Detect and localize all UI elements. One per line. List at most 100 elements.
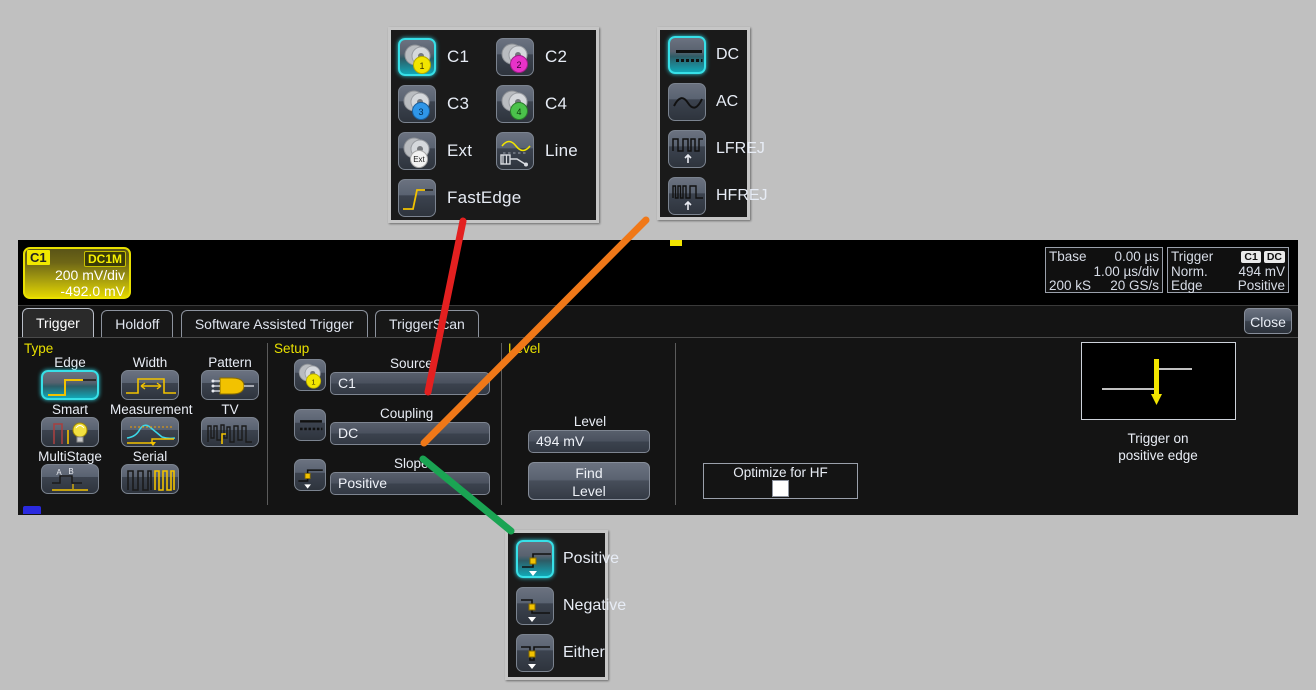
trigger-preview-section: Optimize for HF Trigger on positive edge xyxy=(678,338,1296,513)
trigger-type-readout: Edge xyxy=(1171,278,1203,293)
svg-text:1: 1 xyxy=(311,377,315,386)
source-option-c3[interactable]: 3 C3 xyxy=(398,85,469,123)
dialog-body: Type Edge Width Pattern Smart Measuremen… xyxy=(18,337,1298,515)
trigger-type-multistage[interactable]: MultiStage A B xyxy=(30,449,110,494)
trigger-multistage-icon: A B xyxy=(41,464,99,494)
trigger-type-pattern[interactable]: Pattern xyxy=(190,355,270,400)
source-label: Source xyxy=(390,356,433,371)
trigger-type-measurement[interactable]: Measurement xyxy=(110,402,193,447)
slope-option-negative[interactable]: Negative xyxy=(516,587,626,625)
tab-software-assisted-trigger[interactable]: Software Assisted Trigger xyxy=(180,310,368,337)
level-section: Level Level 494 mV Find Level xyxy=(504,338,676,513)
coupling-label: Coupling xyxy=(380,406,434,421)
optimize-for-hf-control[interactable]: Optimize for HF xyxy=(703,463,858,499)
slope-option-either[interactable]: Either xyxy=(516,634,605,672)
trigger-readout[interactable]: Trigger C1 DC Norm. 494 mV Edge Positive xyxy=(1167,247,1289,293)
trigger-edge-icon xyxy=(41,370,99,400)
coupling-option-lfrej[interactable]: LFREJ xyxy=(668,130,765,168)
trigger-source-tag: C1 xyxy=(1241,251,1261,263)
line-power-icon xyxy=(496,132,534,170)
coupling-field[interactable]: DC xyxy=(330,422,490,445)
ac-coupling-icon xyxy=(668,83,706,121)
slope-positive-icon xyxy=(516,540,554,578)
tab-trigger[interactable]: Trigger xyxy=(22,308,94,337)
svg-text:Ext: Ext xyxy=(413,155,425,164)
source-option-line[interactable]: Line xyxy=(496,132,578,170)
svg-text:4: 4 xyxy=(516,107,521,117)
channel-3-probe-icon: 3 xyxy=(398,85,436,123)
coupling-option-ac[interactable]: AC xyxy=(668,83,738,121)
channel-4-probe-icon: 4 xyxy=(496,85,534,123)
coupling-option-dc[interactable]: DC xyxy=(668,36,739,74)
slope-option-positive[interactable]: Positive xyxy=(516,540,619,578)
trigger-position-marker[interactable] xyxy=(670,240,682,246)
low-frequency-reject-icon xyxy=(668,130,706,168)
trigger-type-label: Edge xyxy=(54,355,86,370)
coupling-option-label: HFREJ xyxy=(716,187,768,204)
tab-triggerscan[interactable]: TriggerScan xyxy=(375,310,479,337)
type-section: Type Edge Width Pattern Smart Measuremen… xyxy=(20,338,268,513)
svg-text:2: 2 xyxy=(516,60,521,70)
waveform-display-area[interactable]: C1 DC1M 200 mV/div -492.0 mV Tbase 0.00 … xyxy=(18,240,1298,305)
source-option-c1[interactable]: 1 C1 xyxy=(398,38,469,76)
timebase-memory: 200 kS xyxy=(1049,278,1092,293)
source-option-ext[interactable]: Ext Ext xyxy=(398,132,472,170)
channel-1-readout[interactable]: C1 DC1M 200 mV/div -492.0 mV xyxy=(23,247,131,299)
source-option-c4[interactable]: 4 C4 xyxy=(496,85,567,123)
timebase-readout[interactable]: Tbase 0.00 µs 1.00 µs/div 200 kS 20 GS/s xyxy=(1045,247,1163,293)
svg-text:3: 3 xyxy=(418,107,423,117)
trigger-type-edge[interactable]: Edge xyxy=(30,355,110,400)
coupling-selection-popup[interactable]: DC AC LFREJ HFREJ xyxy=(657,27,768,220)
coupling-control-row: Coupling DC xyxy=(294,406,494,445)
source-control-row: 1 Source C1 xyxy=(294,356,494,395)
optimize-for-hf-checkbox[interactable] xyxy=(772,480,789,497)
coupling-option-label: LFREJ xyxy=(716,140,765,157)
horizontal-scroll-indicator[interactable] xyxy=(23,506,41,514)
source-option-label: C4 xyxy=(545,94,568,113)
trigger-width-icon xyxy=(121,370,179,400)
slope-control-row: Slope Positive xyxy=(294,456,494,495)
source-field[interactable]: C1 xyxy=(330,372,490,395)
preview-caption-line1: Trigger on xyxy=(1127,431,1189,446)
trigger-type-label: Width xyxy=(132,355,168,370)
source-option-c2[interactable]: 2 C2 xyxy=(496,38,567,76)
coupling-option-hfrej[interactable]: HFREJ xyxy=(668,177,768,215)
type-section-title: Type xyxy=(24,341,54,356)
source-selection-popup[interactable]: 1 C1 2 C2 3 C3 4 C4 Ext Ext Line FastEdg… xyxy=(388,27,599,223)
section-divider xyxy=(267,343,268,505)
trigger-mode: Norm. xyxy=(1171,264,1208,279)
setup-section: Setup 1 Source C1 Coupling DC Slope Posi… xyxy=(270,338,502,513)
find-level-line2: Level xyxy=(572,483,606,499)
find-level-button[interactable]: Find Level xyxy=(528,462,650,500)
timebase-scale: 1.00 µs/div xyxy=(1093,264,1159,279)
source-option-label: C3 xyxy=(447,94,470,113)
trigger-type-width[interactable]: Width xyxy=(110,355,190,400)
trigger-type-tv[interactable]: TV xyxy=(190,402,270,447)
trigger-pattern-icon xyxy=(201,370,259,400)
source-option-label: C2 xyxy=(545,47,568,66)
optimize-for-hf-label: Optimize for HF xyxy=(733,465,828,480)
coupling-option-label: DC xyxy=(716,46,740,63)
setup-section-title: Setup xyxy=(274,341,310,356)
close-button[interactable]: Close xyxy=(1244,308,1292,334)
dc-coupling-icon[interactable] xyxy=(294,409,326,441)
slope-selection-popup[interactable]: Positive Negative Either xyxy=(505,530,626,680)
trigger-type-label: Measurement xyxy=(110,402,193,417)
slope-positive-icon[interactable] xyxy=(294,459,326,491)
trigger-level-input[interactable]: 494 mV xyxy=(528,430,650,453)
slope-field[interactable]: Positive xyxy=(330,472,490,495)
trigger-type-smart[interactable]: Smart xyxy=(30,402,110,447)
trigger-type-serial[interactable]: Serial xyxy=(110,449,190,494)
dialog-tab-bar: Trigger Holdoff Software Assisted Trigge… xyxy=(22,308,482,337)
dc-coupling-icon xyxy=(668,36,706,74)
source-option-fastedge[interactable]: FastEdge xyxy=(398,179,521,217)
trigger-preview-graphic xyxy=(1081,342,1236,420)
preview-caption-line2: positive edge xyxy=(1118,448,1198,463)
slope-negative-icon xyxy=(516,587,554,625)
section-divider xyxy=(501,343,502,505)
trigger-measurement-icon xyxy=(121,417,179,447)
high-frequency-reject-icon xyxy=(668,177,706,215)
channel-1-probe-icon[interactable]: 1 xyxy=(294,359,326,391)
tab-holdoff[interactable]: Holdoff xyxy=(101,310,174,337)
svg-text:B: B xyxy=(68,467,73,476)
